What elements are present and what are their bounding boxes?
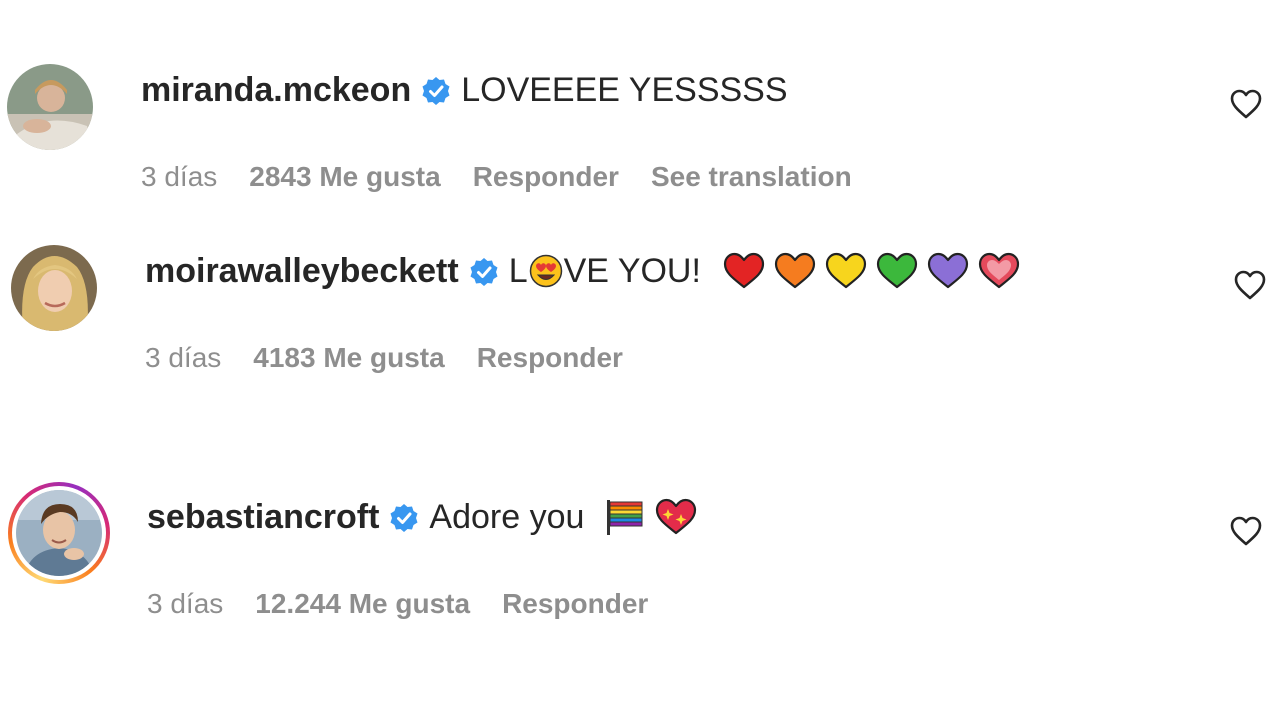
reply-button[interactable]: Responder	[477, 341, 623, 375]
avatar[interactable]	[7, 64, 93, 150]
comment-line: moirawalleybeckett L VE YOU!	[145, 251, 1021, 291]
avatar[interactable]	[11, 245, 97, 331]
timestamp[interactable]: 3 días	[145, 341, 221, 375]
comment-meta: 3 días 4183 Me gusta Responder	[145, 341, 623, 375]
likes-count[interactable]: 12.244 Me gusta	[255, 587, 470, 621]
verified-badge-icon	[389, 502, 419, 532]
likes-count[interactable]: 4183 Me gusta	[253, 341, 444, 375]
green-heart-emoji-icon	[875, 251, 919, 291]
heart-eyes-emoji-icon	[529, 254, 563, 288]
rainbow-flag-emoji-icon	[603, 497, 647, 537]
reply-button[interactable]: Responder	[473, 160, 619, 194]
comment-text: Adore you	[429, 498, 585, 536]
timestamp[interactable]: 3 días	[147, 587, 223, 621]
verified-badge-icon	[421, 75, 451, 105]
verified-badge-icon	[469, 256, 499, 286]
comment-meta: 3 días 12.244 Me gusta Responder	[147, 587, 648, 621]
like-heart-icon[interactable]	[1228, 513, 1264, 549]
yellow-heart-emoji-icon	[824, 251, 868, 291]
comment-text-suffix: VE YOU!	[563, 252, 701, 290]
see-translation-link[interactable]: See translation	[651, 160, 852, 194]
comment-text-prefix: L	[508, 252, 528, 290]
comment-meta: 3 días 2843 Me gusta Responder See trans…	[141, 160, 852, 194]
comment-line: miranda.mckeon LOVEEEE YESSSSS	[141, 70, 788, 110]
sparkling-heart-emoji-icon	[654, 497, 698, 537]
red-heart-emoji-icon	[722, 251, 766, 291]
comment-text: LOVEEEE YESSSSS	[461, 71, 788, 109]
timestamp[interactable]: 3 días	[141, 160, 217, 194]
pink-heart-emoji-icon	[977, 251, 1021, 291]
username[interactable]: sebastiancroft	[147, 497, 379, 537]
purple-heart-emoji-icon	[926, 251, 970, 291]
username[interactable]: moirawalleybeckett	[145, 251, 459, 291]
like-heart-icon[interactable]	[1228, 86, 1264, 122]
username[interactable]: miranda.mckeon	[141, 70, 411, 110]
orange-heart-emoji-icon	[773, 251, 817, 291]
like-heart-icon[interactable]	[1232, 267, 1268, 303]
avatar[interactable]	[16, 490, 102, 576]
comment-line: sebastiancroft Adore you	[147, 497, 698, 537]
reply-button[interactable]: Responder	[502, 587, 648, 621]
likes-count[interactable]: 2843 Me gusta	[249, 160, 440, 194]
